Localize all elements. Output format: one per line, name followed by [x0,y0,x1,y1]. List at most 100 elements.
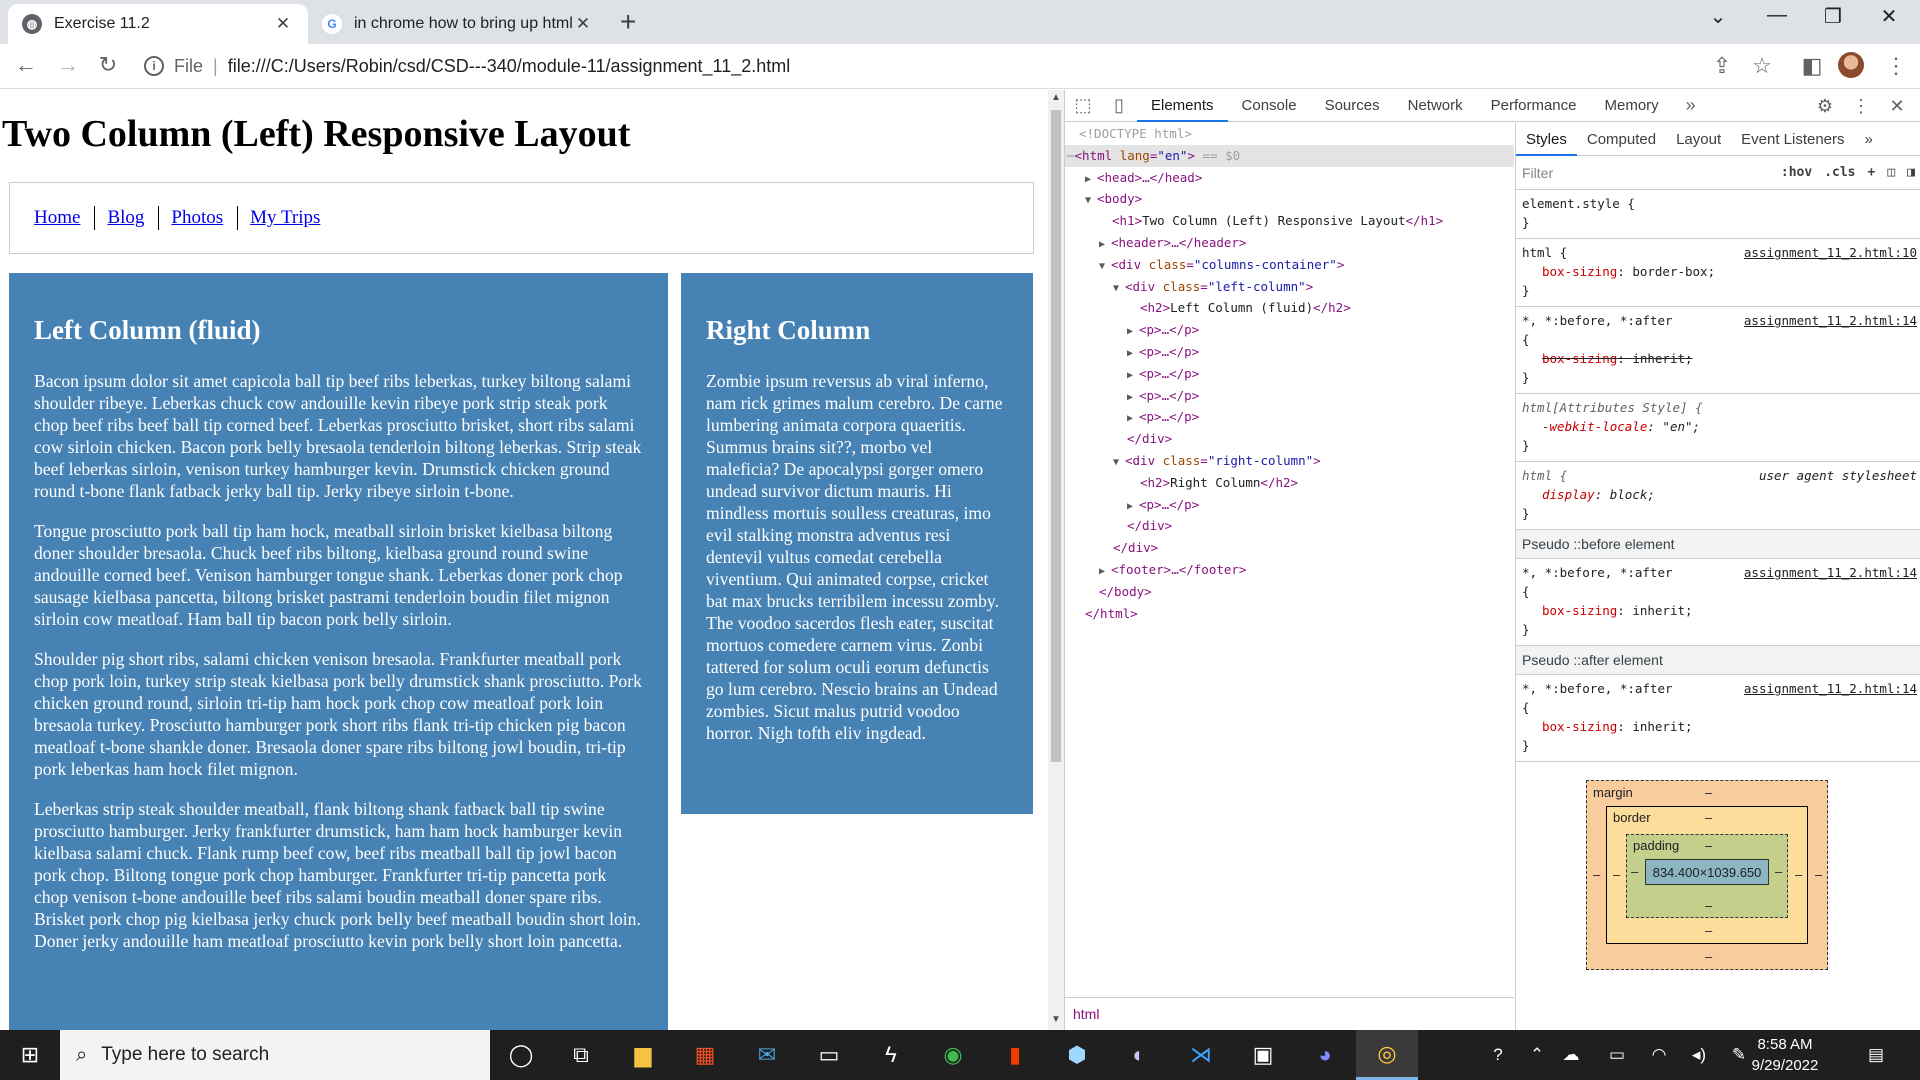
scroll-down-icon[interactable]: ▼ [1050,1014,1062,1025]
menu-kebab-icon[interactable]: ⋮ [1880,53,1912,79]
collapse-triangle-icon[interactable]: ▼ [1113,452,1125,474]
dom-node-p[interactable]: ▶ <p>…</p> [1065,494,1514,516]
tab-performance[interactable]: Performance [1477,90,1591,122]
info-icon[interactable]: i [144,56,164,76]
dom-node-left-column[interactable]: ▼ <div class="left-column"> [1065,276,1514,298]
more-tabs-icon[interactable]: » [1673,95,1709,116]
dom-node-div-close[interactable]: </div> [1065,537,1514,559]
dom-node-body[interactable]: ▼ <body> [1065,188,1514,210]
close-devtools-icon[interactable]: ✕ [1879,96,1915,117]
dom-node-div-close[interactable]: </div> [1065,515,1514,537]
discord-icon[interactable]: ◕ [1294,1030,1356,1080]
mysql-workbench-icon[interactable]: ▣ [1232,1030,1294,1080]
nav-link-photos[interactable]: Photos [158,206,237,230]
windows-start-icon[interactable]: ⊞ [0,1030,60,1080]
bookmark-star-icon[interactable]: ☆ [1746,53,1778,79]
task-view-icon[interactable]: ⧉ [550,1030,612,1080]
dom-node-html[interactable]: ⋯<html lang="en"> == $0 [1065,144,1514,167]
minimize-icon[interactable]: — [1749,4,1805,27]
office-icon[interactable]: ▮ [984,1030,1046,1080]
tab-network[interactable]: Network [1394,90,1477,122]
collapse-triangle-icon[interactable]: ▼ [1099,256,1111,278]
toggle-sidebar-icon[interactable]: ◨ [1907,165,1915,180]
tab-exercise[interactable]: ◍ Exercise 11.2 ✕ [8,4,308,44]
volume-icon[interactable]: ◂) [1684,1030,1714,1080]
notifications-icon[interactable]: ▤ [1856,1030,1896,1080]
tab-memory[interactable]: Memory [1591,90,1673,122]
dom-node-p[interactable]: ▶ <p>…</p> [1065,319,1514,341]
tab-sources[interactable]: Sources [1311,90,1394,122]
dom-node-p[interactable]: ▶ <p>…</p> [1065,385,1514,407]
dom-node-h1[interactable]: <h1>Two Column (Left) Responsive Layout<… [1065,210,1514,232]
rule-source-link[interactable]: assignment_11_2.html:14 [1744,563,1917,582]
collapse-triangle-icon[interactable]: ▼ [1085,190,1097,212]
close-tab-icon[interactable]: ✕ [572,14,594,34]
dom-node-h2-left[interactable]: <h2>Left Column (fluid)</h2> [1065,297,1514,319]
dom-node-h2-right[interactable]: <h2>Right Column</h2> [1065,472,1514,494]
collapse-triangle-icon[interactable]: ▼ [1113,278,1125,300]
dom-node-p[interactable]: ▶ <p>…</p> [1065,406,1514,428]
tab-event-listeners[interactable]: Event Listeners [1731,123,1854,156]
close-tab-icon[interactable]: ✕ [272,14,294,34]
nav-link-my-trips[interactable]: My Trips [237,206,334,230]
dom-node-header[interactable]: ▶ <header>…</header> [1065,232,1514,254]
page-scrollbar[interactable]: ▲ ▼ [1048,90,1064,1030]
back-icon[interactable]: ← [10,52,42,78]
reload-icon[interactable]: ↻ [92,52,124,78]
taskbar-search-box[interactable]: ⌕ Type here to search [60,1030,490,1080]
dom-node-p[interactable]: ▶ <p>…</p> [1065,363,1514,385]
styles-filter-input[interactable]: Filter [1522,165,1769,181]
close-window-icon[interactable]: ✕ [1861,4,1917,29]
share-icon[interactable]: ⇪ [1706,53,1738,79]
devtools-menu-icon[interactable]: ⋮ [1843,96,1879,117]
bolt-app-icon[interactable]: ϟ [860,1030,922,1080]
tab-layout[interactable]: Layout [1666,123,1731,156]
dom-breadcrumb[interactable]: html [1065,997,1514,1030]
chrome-icon[interactable]: ◎ [1356,1030,1418,1080]
expand-triangle-icon[interactable]: ▶ [1127,387,1139,409]
inspect-element-icon[interactable]: ⬚ [1065,95,1101,116]
profile-avatar[interactable] [1838,52,1864,78]
computed-sidebar-icon[interactable]: ◫ [1887,165,1895,180]
dom-node-div-close[interactable]: </div> [1065,428,1514,450]
tab-console[interactable]: Console [1228,90,1311,122]
dom-node-p[interactable]: ▶ <p>…</p> [1065,341,1514,363]
nav-link-blog[interactable]: Blog [94,206,158,230]
tab-computed[interactable]: Computed [1577,123,1666,156]
mail-icon[interactable]: ✉ [736,1030,798,1080]
help-icon[interactable]: ? [1480,1030,1516,1080]
microsoft-store-icon[interactable]: ▦ [674,1030,736,1080]
eclipse-icon[interactable]: ◐ [1108,1030,1170,1080]
hov-toggle[interactable]: :hov [1781,165,1812,180]
tab-search-chevron-icon[interactable]: ⌄ [1690,4,1746,29]
side-panel-icon[interactable]: ◧ [1796,53,1828,79]
expand-triangle-icon[interactable]: ▶ [1127,343,1139,365]
expand-triangle-icon[interactable]: ▶ [1099,234,1111,256]
file-explorer-icon[interactable]: ▆ [612,1030,674,1080]
dom-node-footer[interactable]: ▶ <footer>…</footer> [1065,559,1514,581]
tab-styles[interactable]: Styles [1516,123,1577,156]
dom-node-doctype[interactable]: <!DOCTYPE html> [1065,123,1514,145]
taskbar-clock[interactable]: 8:58 AM 9/29/2022 [1740,1034,1830,1076]
new-tab-icon[interactable]: + [620,6,636,38]
dom-node-body-close[interactable]: </body> [1065,581,1514,603]
expand-triangle-icon[interactable]: ▶ [1127,408,1139,430]
gamepad-icon[interactable]: ◉ [922,1030,984,1080]
device-toggle-icon[interactable]: ▯ [1101,95,1137,116]
wifi-icon[interactable]: ◠ [1644,1030,1674,1080]
rule-source-link[interactable]: assignment_11_2.html:10 [1744,243,1917,262]
vscode-icon[interactable]: ⋊ [1170,1030,1232,1080]
expand-triangle-icon[interactable]: ▶ [1127,496,1139,518]
onedrive-cloud-icon[interactable]: ☁ [1556,1030,1586,1080]
dom-node-html-close[interactable]: </html> [1065,603,1514,625]
more-tabs-icon[interactable]: » [1855,123,1883,156]
url-text[interactable]: file:///C:/Users/Robin/csd/CSD---340/mod… [228,56,791,77]
battery-icon[interactable]: ▭ [1602,1030,1632,1080]
tab-elements[interactable]: Elements [1137,90,1228,122]
new-style-rule-icon[interactable]: + [1868,165,1876,180]
expand-triangle-icon[interactable]: ▶ [1127,365,1139,387]
scrollbar-thumb[interactable] [1051,110,1061,762]
nav-link-home[interactable]: Home [34,206,94,230]
cls-toggle[interactable]: .cls [1824,165,1855,180]
expand-triangle-icon[interactable]: ▶ [1085,169,1097,191]
